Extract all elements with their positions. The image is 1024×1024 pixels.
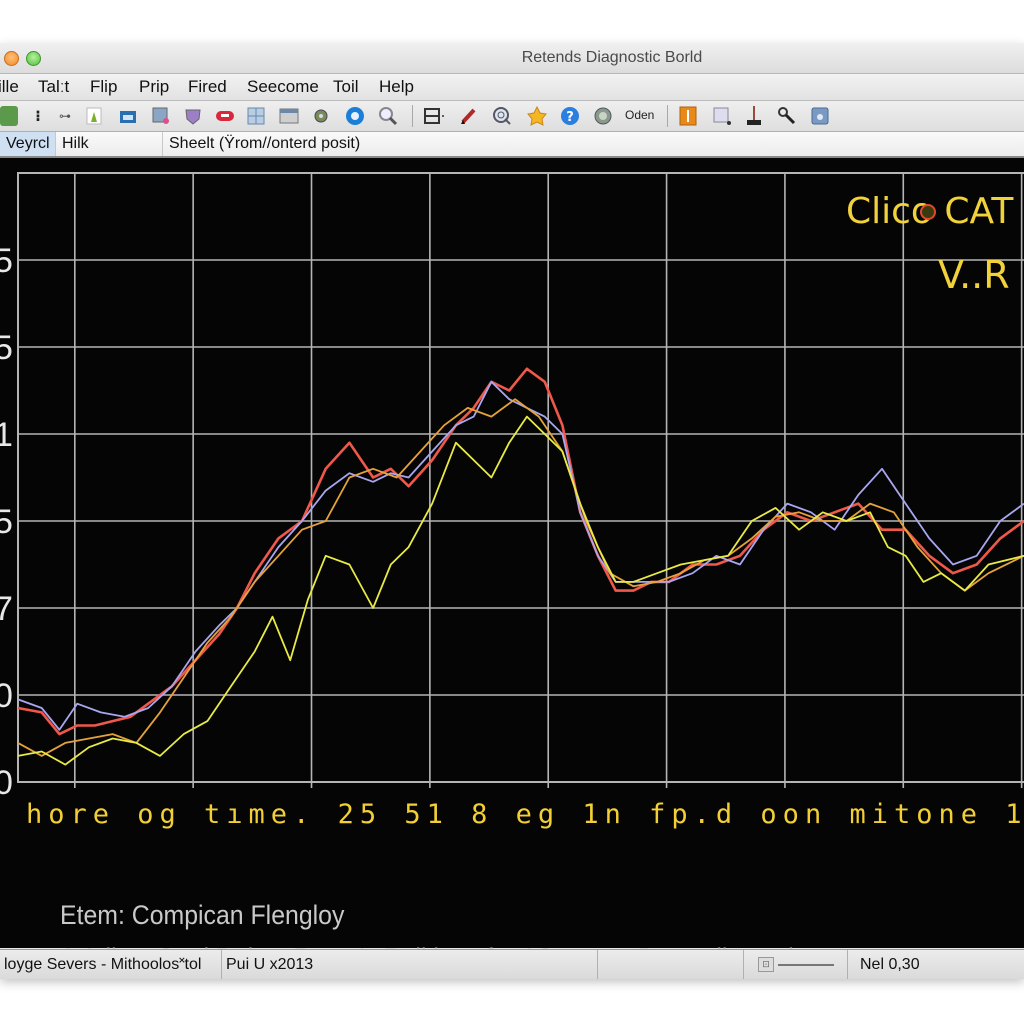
menu-tools[interactable]: Toil	[333, 77, 359, 97]
menu-seecome[interactable]: Seecome	[247, 77, 319, 97]
status-bar: loyge Severs - Mithoolos˟tol Pui U x2013…	[0, 949, 1024, 979]
series-line-orange	[17, 398, 1024, 757]
gear-icon[interactable]	[311, 106, 331, 126]
zoom-control[interactable]: ⊡	[744, 950, 848, 979]
disk-icon[interactable]	[810, 106, 830, 126]
y-tick-label: 5	[0, 329, 13, 367]
y-tick-label: 7	[0, 590, 13, 628]
tab-veyrcl[interactable]: Veyrcl	[0, 132, 56, 156]
status-right: Nel 0,30	[860, 956, 920, 973]
title-logo-icon	[920, 204, 936, 220]
app-window: Retends Diagnostic Borld ille Talːt Flip…	[0, 43, 1024, 979]
svg-text:?: ?	[566, 110, 574, 125]
series-line-yellow	[17, 415, 1024, 766]
y-tick-label: 0	[0, 677, 13, 715]
globe-icon[interactable]	[345, 106, 365, 126]
y-tick-label: 5	[0, 503, 13, 541]
status-empty	[598, 950, 744, 979]
menu-edit[interactable]: Talːt	[38, 77, 69, 97]
circle-icon[interactable]	[593, 106, 613, 126]
broom-icon[interactable]	[744, 106, 764, 126]
grid-icon[interactable]	[246, 106, 266, 126]
battery-icon[interactable]	[215, 106, 235, 126]
star-icon[interactable]	[527, 106, 547, 126]
x-axis-label: hore og tıme. 25 51 8 eg 1n fp.d oon mit…	[26, 799, 1024, 830]
search-icon[interactable]	[492, 106, 512, 126]
toolbar: ⁝ ⊶ ? Oden	[0, 101, 1024, 132]
menu-help[interactable]: Help	[379, 77, 414, 97]
network-icon[interactable]	[118, 106, 138, 126]
toolbar-separator	[667, 105, 668, 127]
line-chart: 0075155Clico CATV..Rhore og tıme. 25 51 …	[0, 172, 1024, 830]
image-edit-icon[interactable]	[151, 106, 171, 126]
zoom-icon[interactable]	[378, 106, 398, 126]
tab-sheet[interactable]: Sheelt (Ÿrom//onterd posit)	[163, 132, 1024, 156]
series-line-red	[17, 367, 1024, 736]
status-middle: Pui U x2013	[222, 950, 598, 979]
caption-item: Etem: Compican Flengloy	[60, 900, 345, 930]
zoom-small-icon: ⊡	[758, 957, 774, 972]
pen-icon[interactable]	[458, 106, 478, 126]
orange-book-icon[interactable]	[678, 106, 698, 126]
y-tick-label: 0	[0, 764, 13, 802]
chart-subtitle: V..R	[938, 253, 1010, 297]
tab-bar: Veyrcl Hilk Sheelt (Ÿrom//onterd posit)	[0, 132, 1024, 158]
window-title: Retends Diagnostic Borld	[521, 49, 703, 66]
tab-hilk[interactable]: Hilk	[56, 132, 163, 156]
help-icon[interactable]: ?	[560, 106, 580, 126]
y-tick-label: 1	[0, 416, 13, 454]
shield-icon[interactable]	[183, 106, 203, 126]
menu-prip[interactable]: Prip	[139, 77, 169, 97]
info-icon[interactable]: ⁝	[28, 106, 48, 126]
menu-file[interactable]: ille	[0, 77, 19, 97]
chart-panel: 0 0 7 5 1 5 5 Clico CAT V..R hore og tıme. 25 51 …	[0, 158, 1024, 973]
screenshot-icon[interactable]	[712, 106, 732, 126]
open-button[interactable]: Oden	[625, 108, 654, 122]
window-icon[interactable]	[279, 106, 299, 126]
menu-fired[interactable]: Fired	[188, 77, 227, 97]
y-tick-label: 5	[0, 242, 13, 280]
plug-icon[interactable]: ⊶	[55, 106, 75, 126]
document-icon[interactable]	[84, 106, 104, 126]
save-icon[interactable]	[424, 106, 444, 126]
menu-flip[interactable]: Flip	[90, 77, 117, 97]
wrench-icon[interactable]	[777, 106, 797, 126]
menu-bar: ille Talːt Flip Prip Fired Seecome Toil …	[0, 74, 1024, 101]
status-left: loyge Severs - Mithoolos˟tol	[0, 950, 222, 979]
calculator-icon[interactable]	[0, 106, 18, 126]
toolbar-separator	[412, 105, 413, 127]
zoom-slider[interactable]	[778, 964, 834, 966]
title-bar: Retends Diagnostic Borld	[0, 43, 1024, 74]
